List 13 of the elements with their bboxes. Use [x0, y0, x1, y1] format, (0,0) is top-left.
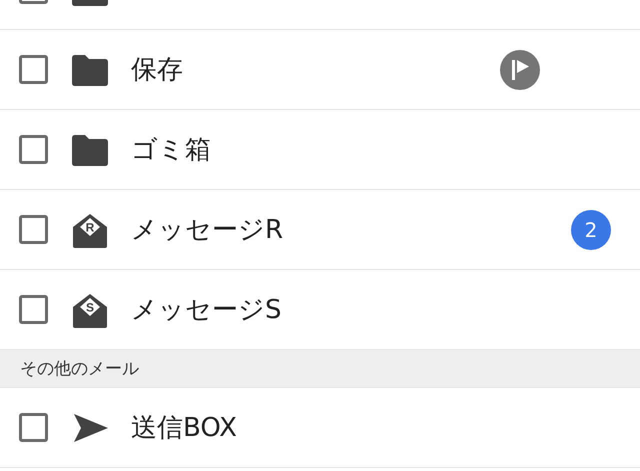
folder-label[interactable]: メッセージS — [131, 292, 282, 327]
checkbox[interactable] — [19, 413, 48, 442]
checkbox[interactable] — [19, 295, 48, 324]
checkbox[interactable] — [19, 55, 48, 84]
flag-icon[interactable] — [500, 50, 540, 90]
folder-label[interactable]: 保存 — [131, 52, 183, 87]
unread-count: 2 — [571, 210, 611, 250]
checkbox[interactable] — [19, 215, 48, 244]
checkbox[interactable] — [19, 135, 48, 164]
section-header: その他のメール — [0, 350, 640, 388]
folder-label[interactable]: 送信BOX — [131, 410, 237, 445]
folder-label[interactable]: メッセージR — [131, 212, 284, 247]
folder-label[interactable]: ゴミ箱 — [131, 132, 211, 167]
